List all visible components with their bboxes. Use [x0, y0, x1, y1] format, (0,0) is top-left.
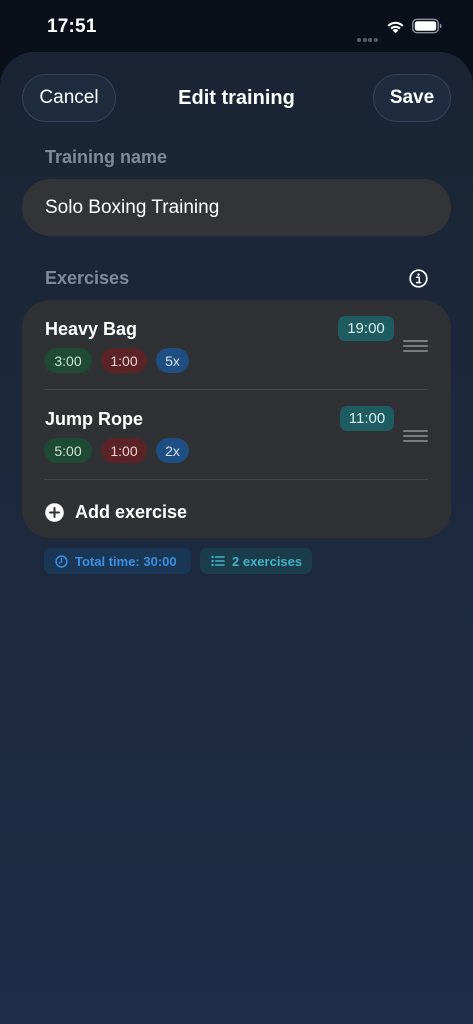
status-bar: 17:51 — [0, 0, 473, 52]
exercise-total-time-badge: 19:00 — [338, 316, 394, 341]
battery-icon — [412, 18, 442, 34]
total-time-text: Total time: 30:00 — [75, 553, 177, 569]
list-icon — [211, 555, 225, 567]
exercise-chips: 3:00 1:00 5x — [44, 348, 189, 373]
exercise-count-badge: 2 exercises — [200, 548, 312, 574]
add-exercise-label: Add exercise — [75, 501, 188, 522]
add-exercise-button[interactable]: Add exercise — [45, 500, 187, 524]
plus-circle-icon — [45, 502, 64, 522]
repetitions-chip: 5x — [156, 348, 189, 373]
info-icon[interactable] — [409, 269, 428, 288]
work-duration-chip: 5:00 — [44, 438, 92, 463]
exercise-row-jump-rope[interactable]: Jump Rope 5:00 1:00 2x 11:00 — [22, 390, 451, 480]
wifi-icon — [387, 21, 404, 34]
total-time-badge: Total time: 30:00 — [44, 548, 191, 574]
exercise-chips: 5:00 1:00 2x — [44, 438, 189, 463]
edit-training-sheet: Cancel Edit training Save Training name … — [0, 52, 473, 1024]
work-duration-chip: 3:00 — [44, 348, 92, 373]
rest-duration-chip: 1:00 — [101, 348, 147, 373]
training-name-input[interactable]: Solo Boxing Training — [22, 179, 451, 236]
exercise-list: Heavy Bag 3:00 1:00 5x 19:00 Jump Rope 5… — [22, 300, 451, 538]
divider — [44, 479, 428, 480]
exercises-label: Exercises — [45, 268, 130, 288]
cellular-signal-icon — [357, 29, 379, 42]
exercise-name: Heavy Bag — [45, 319, 138, 339]
repetitions-chip: 2x — [156, 438, 189, 463]
exercise-name: Jump Rope — [45, 409, 144, 429]
drag-handle-icon[interactable] — [403, 340, 428, 354]
status-time: 17:51 — [47, 16, 97, 37]
rest-duration-chip: 1:00 — [101, 438, 147, 463]
save-button[interactable]: Save — [373, 74, 451, 122]
exercise-count-text: 2 exercises — [232, 553, 303, 569]
exercise-row-heavy-bag[interactable]: Heavy Bag 3:00 1:00 5x 19:00 — [22, 300, 451, 390]
drag-handle-icon[interactable] — [403, 430, 428, 444]
exercise-total-time-badge: 11:00 — [340, 406, 394, 431]
clock-icon — [55, 554, 68, 568]
training-name-label: Training name — [45, 147, 168, 167]
